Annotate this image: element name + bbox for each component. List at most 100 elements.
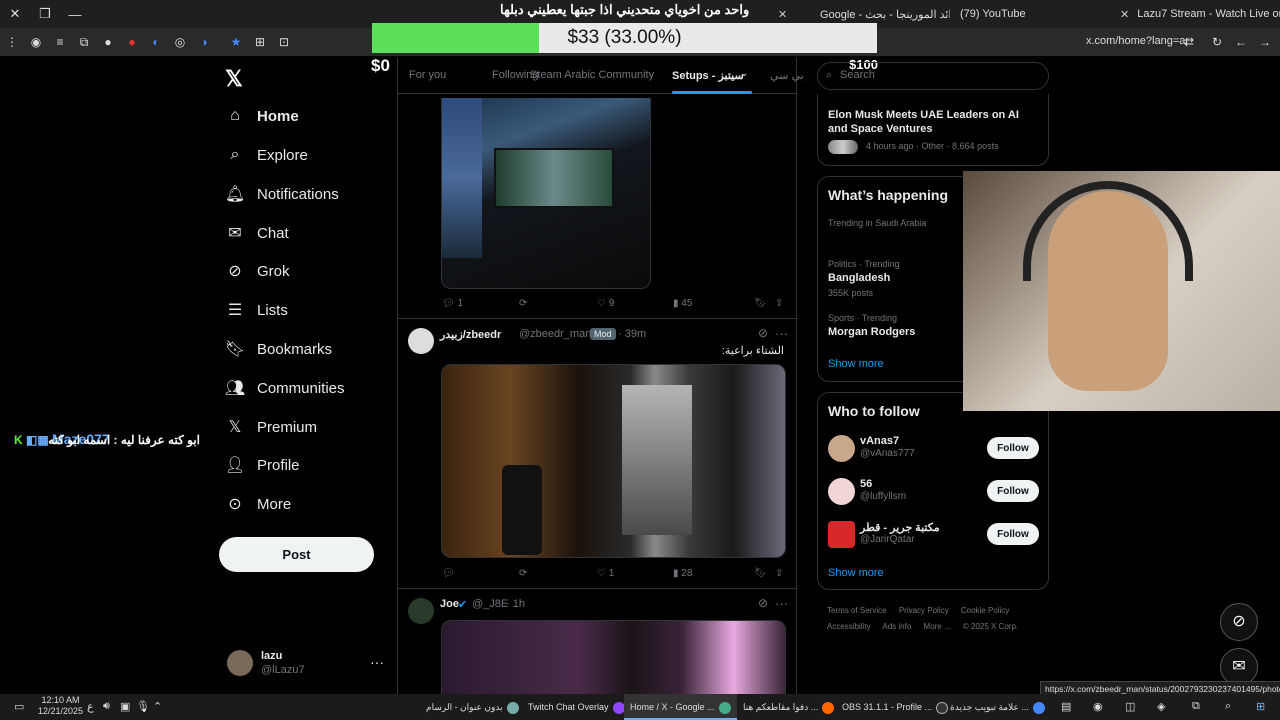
follow-suggestion[interactable]: vAnas7 @vAnas777 Follow [828,435,1040,465]
footer-link[interactable]: Ads info [882,622,911,631]
taskbar-item-discord[interactable]: دفوا مقاطعكم هنا ... [737,694,840,720]
tweet-image[interactable] [441,620,786,694]
follow-button[interactable]: Follow [987,523,1039,545]
sidebar-item-notifications[interactable]: 🔔︎ Notifications [224,176,339,212]
language-indicator[interactable]: ع [87,700,94,713]
trend-name[interactable]: Morgan Rodgers [828,326,915,338]
close-tab-icon[interactable]: ✕ [778,8,787,21]
url-field[interactable]: x.com/home?lang=ar [1086,35,1189,47]
share-icon[interactable]: ⊞ [248,35,272,49]
page-icon[interactable]: ⊡ [272,35,296,49]
x-logo-icon[interactable]: 𝕏 [225,66,243,92]
footer-link[interactable]: Terms of Service [827,606,887,615]
trend-meta[interactable]: Politics · Trending [828,259,900,269]
more-icon[interactable]: ··· [775,326,788,341]
views-button[interactable]: ▮ 45 [673,298,692,309]
sidebar-item-explore[interactable]: ⌕ Explore [224,137,308,173]
share-icon[interactable]: ⇪ [775,298,783,309]
close-tab-icon[interactable]: ✕ [1120,8,1129,21]
tweet-author-name[interactable]: Joe [440,598,459,610]
taskbar-item-paint[interactable]: بدون عنوان - الرسام [420,694,525,720]
star-icon[interactable]: ★ [224,35,248,49]
reload-icon[interactable]: ↻ [1205,35,1229,49]
network-icon[interactable]: ▣ [120,700,130,713]
bookmark-icon[interactable]: 🔖︎ [754,568,767,579]
follow-button[interactable]: Follow [987,480,1039,502]
trend-meta[interactable]: Trending in Saudi Arabia [828,218,926,228]
more-icon[interactable]: ··· [775,596,788,611]
trend-meta[interactable]: Sports · Trending [828,313,897,323]
bookmark-icon[interactable]: 🔖︎ [754,298,767,309]
tweet-time[interactable]: · 39m [618,328,646,340]
post-button[interactable]: Post [219,537,374,572]
footer-link[interactable]: More ... [924,622,951,631]
site-settings-icon[interactable]: ⇄ [1177,35,1201,49]
show-more-link[interactable]: Show more [828,358,884,370]
reply-button[interactable]: 💬︎ 1 [442,298,463,309]
footer-link[interactable]: Cookie Policy [961,606,1009,615]
sidebar-item-lists[interactable]: ☰ Lists [224,292,288,328]
tweet-image[interactable] [441,98,651,289]
sidebar-item-bookmarks[interactable]: 🔖︎ Bookmarks [224,331,332,367]
extension-icon[interactable]: ≡ [48,35,72,49]
follow-button[interactable]: Follow [987,437,1039,459]
trend-name[interactable]: Bangladesh [828,272,890,284]
task-view-icon[interactable]: ⧉ [1192,700,1200,713]
taskbar-item-chrome[interactable]: Home / X - Google ... [624,694,737,720]
tweet-author-handle[interactable]: @_J8E [472,598,508,610]
tab-kick[interactable]: ✕ Lazu7 Stream - Watch Live on Kick [1090,0,1280,28]
sidebar-item-more[interactable]: ⊙ More [224,486,291,522]
tab-youtube[interactable]: (79) YouTube [950,0,1090,28]
store-icon[interactable]: ◫ [1125,700,1135,713]
views-button[interactable]: ▮ 28 [673,568,692,579]
reply-button[interactable]: 💬︎ [442,568,455,579]
copilot-icon[interactable]: ◈ [1157,700,1165,713]
extension-icon[interactable]: ◐ [144,35,168,49]
share-icon[interactable]: ⇪ [775,568,783,579]
windows-start-icon[interactable]: ⊞ [1256,700,1265,713]
search-input[interactable]: ⌕ Search [817,62,1049,90]
sidebar-item-profile[interactable]: 👤︎ Profile [224,447,300,483]
tab-steam-arabic-community[interactable]: Steam Arabic Community [530,69,654,81]
chevron-up-icon[interactable]: ⌃ [153,700,162,713]
extension-icon[interactable]: ⧉ [72,35,96,50]
footer-link[interactable]: Accessibility [827,622,871,631]
follow-suggestion[interactable]: مكتبة جرير - قطر @JarirQatar Follow [828,521,1040,551]
extension-icon[interactable]: ◎ [168,35,192,49]
tab-for-you[interactable]: For you [409,69,446,81]
show-more-link[interactable]: Show more [828,567,884,579]
back-icon[interactable]: ← [1229,35,1253,49]
forward-icon[interactable]: → [1253,35,1277,49]
microphone-icon[interactable]: 🎙︎ [136,700,150,713]
avatar[interactable] [408,598,434,624]
folder-icon[interactable]: ▤ [1061,700,1071,713]
like-button[interactable]: ♡ 9 [597,298,614,309]
grok-icon[interactable]: ⊘ [758,596,768,610]
tweet-author-handle[interactable]: @zbeedr_man [519,328,591,340]
clock[interactable]: 12:10 AM 12/21/2025 [38,695,83,717]
sidebar-item-premium[interactable]: 𝕏 Premium [224,409,317,445]
sidebar-item-grok[interactable]: ⊘ Grok [224,253,289,289]
minimize-window-icon[interactable]: — [60,7,90,22]
extension-icon[interactable]: ● [96,35,120,49]
volume-icon[interactable]: 🔊︎ [103,700,110,713]
edge-icon[interactable]: ◉ [1093,700,1103,713]
taskbar-item-newtab[interactable]: علامة تبويب جديدة ... [944,694,1051,720]
grok-icon[interactable]: ⊘ [1220,603,1258,641]
sidebar-item-communities[interactable]: 👥︎ Communities [224,370,345,406]
avatar[interactable] [408,328,434,354]
tab-pc[interactable]: بي سي [770,69,804,82]
like-button[interactable]: ♡ 1 [597,568,614,579]
extension-icon[interactable]: ◑ [192,35,216,49]
account-switcher[interactable]: lazu @lLazu7 ··· [227,650,387,678]
sidebar-item-chat[interactable]: ✉ Chat [224,215,288,251]
news-card[interactable]: Elon Musk Meets UAE Leaders on AI and Sp… [817,94,1049,166]
close-window-icon[interactable]: ✕ [0,6,30,22]
repost-button[interactable]: ⟳ [519,568,527,579]
menu-icon[interactable]: ⋮ [0,35,24,49]
tweet-image[interactable] [441,364,786,558]
sidebar-item-home[interactable]: ⌂ Home [224,98,299,134]
taskbar-item-twitch[interactable]: Twitch Chat Overlay [522,694,631,720]
grok-icon[interactable]: ⊘ [758,326,768,340]
repost-button[interactable]: ⟳ [519,298,527,309]
